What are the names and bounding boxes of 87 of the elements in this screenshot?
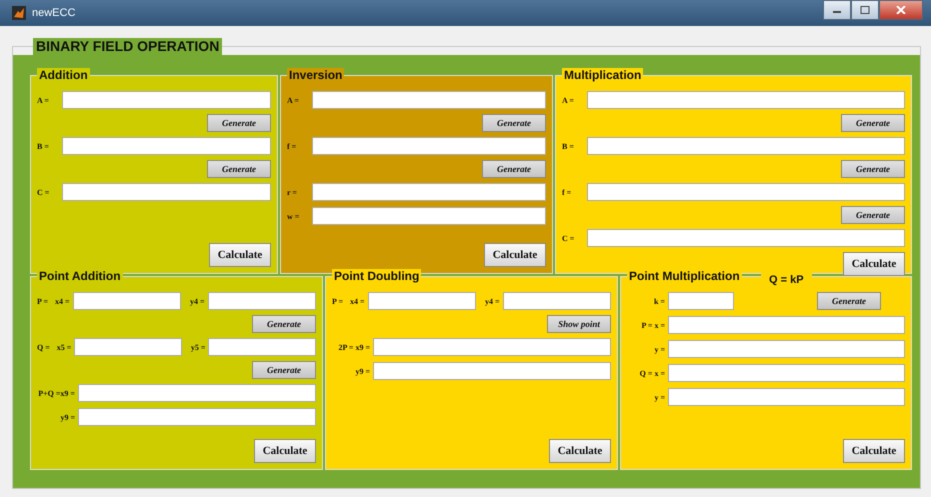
field-label: P = x = bbox=[640, 320, 665, 330]
panel-title: Point Addition bbox=[37, 269, 123, 283]
input-field[interactable] bbox=[668, 292, 734, 310]
field-label: x4 = bbox=[350, 296, 365, 306]
field-label: C = bbox=[37, 188, 50, 196]
calculate-button[interactable]: Calculate bbox=[843, 439, 905, 463]
window-title: newECC bbox=[32, 7, 76, 19]
input-field[interactable] bbox=[62, 91, 271, 109]
maximize-icon bbox=[860, 6, 870, 14]
calculate-button[interactable]: Calculate bbox=[549, 439, 611, 463]
field-label: w = bbox=[287, 212, 300, 220]
input-field[interactable] bbox=[668, 388, 905, 406]
input-field[interactable] bbox=[208, 338, 316, 356]
field-label: f = bbox=[287, 142, 298, 150]
input-field[interactable] bbox=[587, 183, 905, 201]
input-field[interactable] bbox=[587, 137, 905, 155]
generate-button[interactable]: Generate bbox=[482, 114, 546, 132]
field-label: C = bbox=[562, 234, 576, 242]
field-label: y5 = bbox=[190, 342, 206, 352]
input-field[interactable] bbox=[62, 137, 271, 155]
panel-title: Point Doubling bbox=[332, 269, 422, 283]
generate-button[interactable]: Generate bbox=[252, 361, 316, 379]
field-label: r = bbox=[287, 188, 298, 196]
input-field[interactable] bbox=[312, 207, 546, 225]
panel-subtitle: Q = kP bbox=[761, 273, 812, 287]
panel-title: Multiplication bbox=[562, 68, 644, 82]
generate-button[interactable]: Show point bbox=[547, 315, 611, 333]
panel-title: Inversion bbox=[287, 68, 344, 82]
close-button[interactable] bbox=[879, 0, 923, 20]
field-label: y = bbox=[653, 344, 665, 354]
input-field[interactable] bbox=[668, 364, 905, 382]
input-field[interactable] bbox=[312, 91, 546, 109]
input-field[interactable] bbox=[373, 338, 611, 356]
panel-title: Addition bbox=[37, 68, 90, 82]
minimize-button[interactable] bbox=[823, 0, 851, 20]
input-field[interactable] bbox=[668, 340, 905, 358]
field-label: y = bbox=[653, 392, 665, 402]
calculate-button[interactable]: Calculate bbox=[254, 439, 316, 463]
generate-button[interactable]: Generate bbox=[841, 114, 905, 132]
field-label: x4 = bbox=[55, 296, 70, 306]
field-label: y9 = bbox=[354, 366, 370, 376]
input-field[interactable] bbox=[312, 137, 546, 155]
input-field[interactable] bbox=[312, 183, 546, 201]
calculate-button[interactable]: Calculate bbox=[843, 252, 905, 276]
field-label: 2P = x9 = bbox=[337, 342, 370, 352]
maximize-button[interactable] bbox=[851, 0, 879, 20]
generate-button[interactable]: Generate bbox=[207, 114, 271, 132]
input-field[interactable] bbox=[78, 384, 316, 402]
input-field[interactable] bbox=[587, 229, 905, 247]
input-field[interactable] bbox=[74, 338, 182, 356]
input-field[interactable] bbox=[587, 91, 905, 109]
calculate-button[interactable]: Calculate bbox=[484, 243, 546, 267]
generate-button[interactable]: Generate bbox=[817, 292, 881, 310]
field-label: B = bbox=[37, 142, 50, 150]
calculate-button[interactable]: Calculate bbox=[209, 243, 271, 267]
field-label: A = bbox=[37, 96, 50, 104]
generate-button[interactable]: Generate bbox=[207, 160, 271, 178]
frame-title: BINARY FIELD OPERATION bbox=[33, 38, 222, 55]
field-label: y9 = bbox=[59, 412, 75, 422]
field-label: A = bbox=[287, 96, 300, 104]
input-field[interactable] bbox=[368, 292, 476, 310]
generate-button[interactable]: Generate bbox=[482, 160, 546, 178]
field-label: P+Q =x9 = bbox=[37, 388, 75, 398]
field-label: A = bbox=[562, 96, 575, 104]
field-label: B = bbox=[562, 142, 575, 150]
input-field[interactable] bbox=[208, 292, 316, 310]
input-field[interactable] bbox=[668, 316, 905, 334]
field-label: Q = bbox=[37, 342, 50, 352]
input-field[interactable] bbox=[62, 183, 271, 201]
generate-button[interactable]: Generate bbox=[252, 315, 316, 333]
panel-title: Point Multiplication bbox=[627, 269, 742, 283]
field-label: x5 = bbox=[56, 342, 72, 352]
field-label: y4 = bbox=[190, 296, 205, 306]
field-label: f = bbox=[562, 188, 572, 196]
close-icon bbox=[896, 6, 906, 14]
input-field[interactable] bbox=[72, 292, 182, 310]
generate-button[interactable]: Generate bbox=[841, 206, 905, 224]
field-label: k = bbox=[652, 296, 665, 306]
field-label: y4 = bbox=[485, 296, 500, 306]
input-field[interactable] bbox=[373, 362, 611, 380]
input-field[interactable] bbox=[502, 292, 612, 310]
generate-button[interactable]: Generate bbox=[841, 160, 905, 178]
app-icon bbox=[12, 6, 26, 20]
field-label: P = bbox=[332, 296, 344, 306]
input-field[interactable] bbox=[78, 408, 316, 426]
field-label: P = bbox=[37, 296, 48, 306]
field-label: Q = x = bbox=[638, 368, 665, 378]
